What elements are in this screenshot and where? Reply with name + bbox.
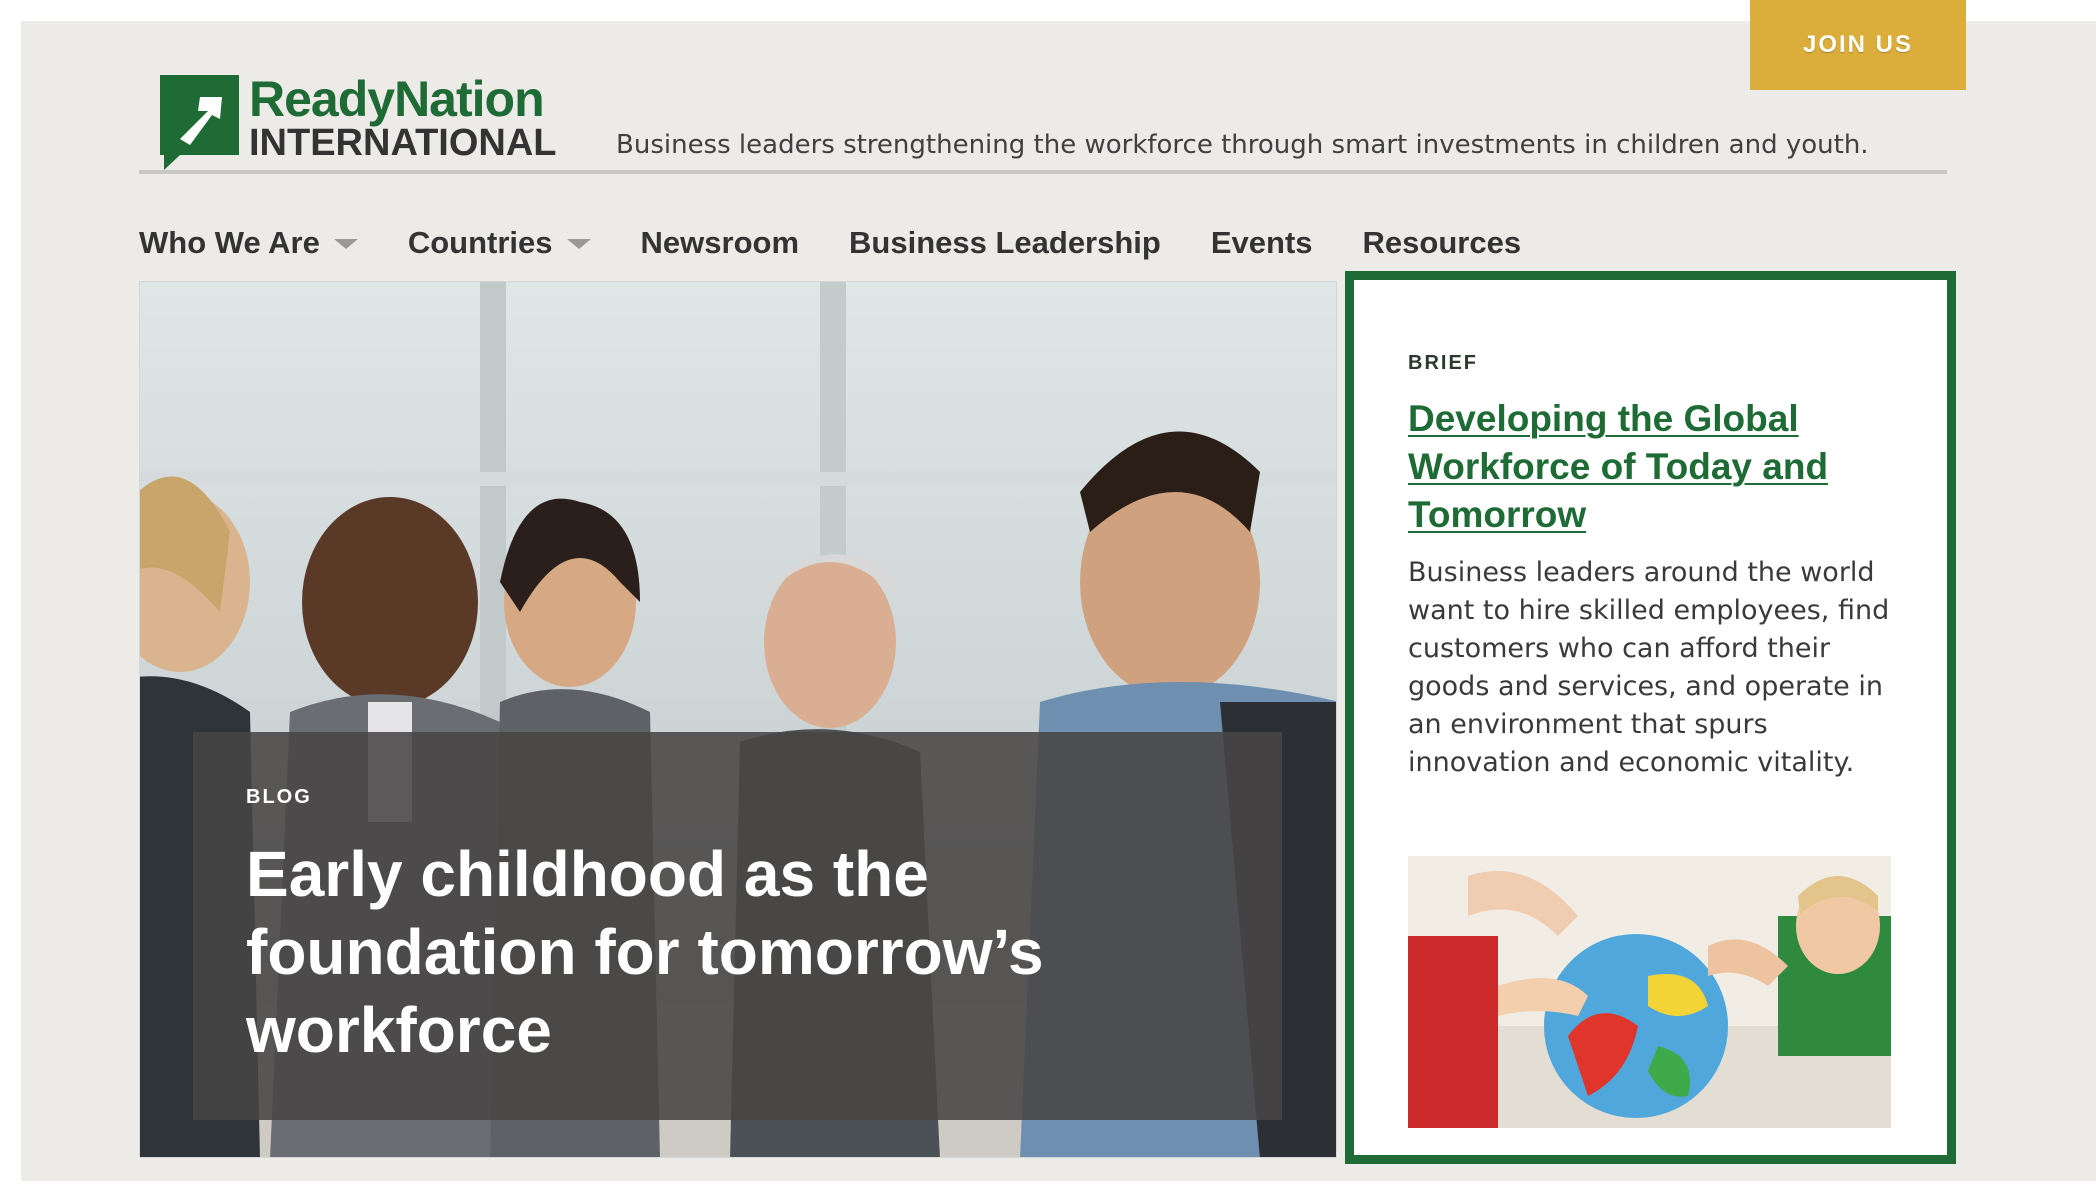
join-us-button[interactable]: JOIN US (1750, 0, 1966, 90)
logo-wordmark-line2: INTERNATIONAL (249, 122, 557, 164)
nav-item-resources[interactable]: Resources (1363, 225, 1522, 261)
brief-title-link[interactable]: Developing the Global Workforce of Today… (1408, 395, 1888, 539)
site-tagline: Business leaders strengthening the workf… (616, 130, 1869, 160)
logo-wordmark: ReadyNation INTERNATIONAL (249, 71, 557, 164)
brief-card: BRIEF Developing the Global Workforce of… (1345, 271, 1956, 1164)
nav-item-events[interactable]: Events (1211, 225, 1313, 261)
logo-wordmark-line1: ReadyNation (249, 71, 545, 127)
brief-image[interactable] (1408, 856, 1891, 1128)
readynation-logo-icon (160, 75, 239, 170)
nav-item-business-leadership[interactable]: Business Leadership (849, 225, 1161, 261)
site-logo[interactable]: ReadyNation INTERNATIONAL (160, 71, 557, 170)
chevron-down-icon (566, 239, 591, 249)
hero-feature[interactable]: BLOG Early childhood as the foundation f… (139, 281, 1337, 1158)
nav-item-label: Newsroom (640, 225, 800, 260)
nav-item-newsroom[interactable]: Newsroom (641, 225, 799, 261)
nav-item-who-we-are[interactable]: Who We Are (139, 225, 358, 261)
hero-category-label: BLOG (246, 786, 312, 808)
brief-category-label: BRIEF (1408, 352, 1478, 374)
nav-item-countries[interactable]: Countries (408, 225, 591, 261)
nav-item-label: Countries (407, 225, 553, 260)
brief-summary: Business leaders around the world want t… (1408, 557, 1890, 778)
nav-item-label: Resources (1362, 225, 1522, 260)
main-nav: Who We Are Countries Newsroom Business L… (139, 218, 1571, 268)
header-divider (139, 170, 1947, 174)
chevron-down-icon (333, 239, 358, 249)
nav-item-label: Events (1210, 225, 1313, 260)
nav-item-label: Who We Are (139, 225, 320, 260)
hero-title-link[interactable]: Early childhood as the foundation for to… (246, 835, 1146, 1069)
nav-item-label: Business Leadership (849, 225, 1161, 260)
hero-caption-box: BLOG Early childhood as the foundation f… (193, 732, 1282, 1120)
children-globe-photo (1408, 856, 1891, 1128)
footer-edge (0, 1181, 2096, 1202)
